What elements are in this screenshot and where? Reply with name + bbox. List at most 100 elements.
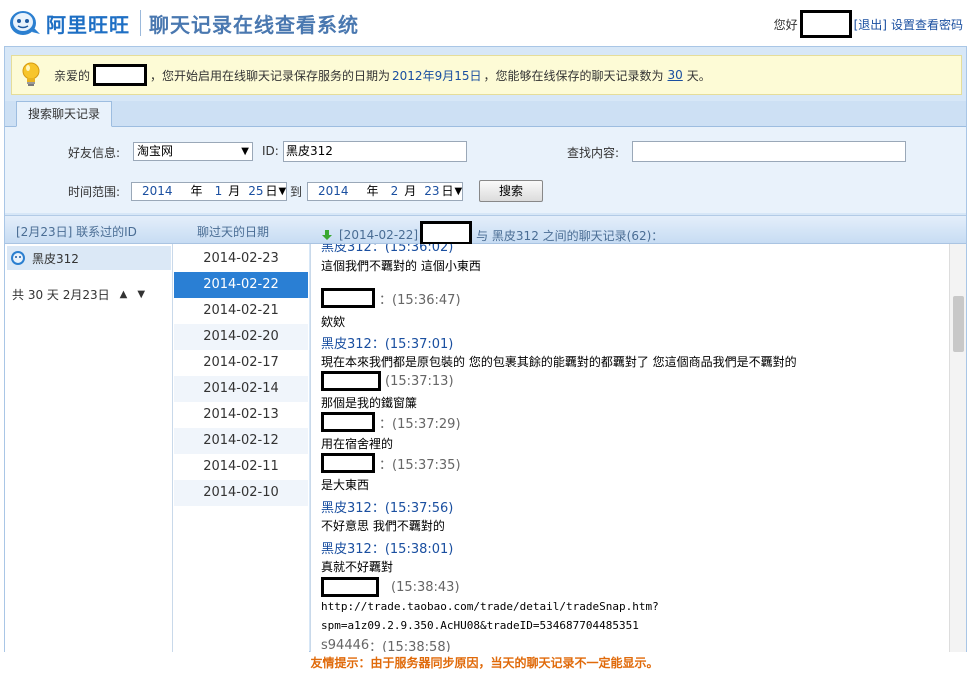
dropdown-arrow-icon: ▼: [278, 186, 287, 197]
message-body: 用在宿舍裡的: [321, 437, 394, 451]
tab-search-chat[interactable]: 搜索聊天记录: [16, 101, 113, 127]
date-item[interactable]: 2014-02-20: [174, 324, 308, 350]
message-time: ：(15:37:01): [371, 337, 454, 352]
date-item-selected[interactable]: 2014-02-22: [174, 272, 308, 298]
sender-name: 黑皮312: [321, 501, 372, 516]
notice-start-date: 2012年9月15日: [392, 68, 482, 83]
notice-days-link[interactable]: 30: [668, 68, 683, 82]
page-down-icon[interactable]: ▼: [137, 289, 145, 300]
message-time: (15:37:13): [385, 373, 454, 389]
date-item[interactable]: 2014-02-13: [174, 402, 308, 428]
search-form: 好友信息: 淘宝网 ▼ ID: 黑皮312 查找内容: 时间范围: 2014 年…: [5, 127, 966, 213]
message-header: 黑皮312 ：(15:37:01): [321, 333, 453, 352]
chat-header-title: 与 黑皮312 之间的聊天记录(62)：: [476, 228, 664, 243]
set-password-link[interactable]: 设置查看密码: [891, 16, 963, 33]
message-header: ：(15:37:35): [321, 453, 461, 473]
start-date-picker[interactable]: 2014 年 1 月 25 日 ▼: [131, 182, 287, 201]
message-header: 黑皮312 ：(15:36:02): [321, 244, 453, 255]
notice-text-part: ，您能够在线保存的聊天记录数为: [483, 68, 664, 83]
notice-suffix: 天。: [686, 68, 711, 83]
message-header: ：(15:37:29): [321, 412, 461, 432]
pager-text: 共 30 天 2月23日: [12, 288, 110, 302]
month-unit: 月: [228, 184, 241, 198]
message-header: (15:37:13): [321, 371, 454, 391]
search-content-input[interactable]: [632, 141, 906, 162]
message-time: ：(15:37:35): [379, 457, 461, 473]
redacted-username: [321, 371, 381, 391]
friend-source-value: 淘宝网: [137, 144, 174, 158]
month-unit: 月: [404, 184, 417, 198]
friend-source-select[interactable]: 淘宝网 ▼: [133, 142, 253, 161]
message-link[interactable]: spm=a1z09.2.9.350.AcHU08&tradeID=5346877…: [321, 619, 639, 632]
date-item[interactable]: 2014-02-17: [174, 350, 308, 376]
year-unit: 年: [190, 184, 203, 198]
message-header: (15:38:43): [321, 577, 460, 597]
notice-text-part: ，您开始启用在线聊天记录保存服务的日期为: [150, 68, 391, 83]
logo: 阿里旺旺 聊天记录在线查看系统: [8, 6, 359, 40]
message-header: 黑皮312 ：(15:38:01): [321, 538, 453, 557]
user-bar: 您好 [退出] 设置查看密码: [774, 10, 963, 38]
page-title: 聊天记录在线查看系统: [149, 12, 359, 37]
redacted-username: [321, 288, 375, 308]
message-body: 這個我們不覊對的 這個小東西: [321, 259, 481, 273]
redacted-username: [799, 10, 852, 38]
redacted-username: [321, 453, 375, 473]
message-header: ：(15:36:47): [321, 288, 461, 308]
scrollbar-thumb[interactable]: [953, 296, 964, 352]
chat-scrollbar[interactable]: [949, 244, 966, 652]
message-time: ：(15:38:01): [371, 542, 454, 557]
day-pager: 共 30 天 2月23日 ▲ ▼: [12, 286, 145, 303]
message-time: ：(15:37:56): [371, 501, 454, 516]
contacts-panel: 黑皮312 共 30 天 2月23日 ▲ ▼: [5, 244, 173, 652]
day-unit: 日: [265, 184, 278, 198]
start-month: 1: [214, 184, 223, 198]
dates-panel: 2014-02-23 2014-02-22 2014-02-21 2014-02…: [173, 244, 309, 652]
logout-link[interactable]: [退出]: [854, 16, 887, 33]
date-item[interactable]: 2014-02-10: [174, 480, 308, 506]
sender-name: 黑皮312: [321, 542, 372, 557]
lightbulb-icon: [22, 62, 40, 86]
chat-log-panel: 黑皮312 ：(15:36:02) 這個我們不覊對的 這個小東西 ：(15:36…: [310, 244, 966, 652]
message-time: ：(15:36:02): [371, 244, 454, 255]
message-time: ：(15:37:29): [379, 416, 461, 432]
time-range-label: 时间范围:: [68, 185, 121, 199]
contact-item[interactable]: 黑皮312: [7, 246, 171, 270]
date-item[interactable]: 2014-02-21: [174, 298, 308, 324]
notice-prefix: 亲爱的: [54, 68, 91, 83]
date-item[interactable]: 2014-02-11: [174, 454, 308, 480]
date-item[interactable]: 2014-02-12: [174, 428, 308, 454]
dropdown-arrow-icon: ▼: [454, 186, 463, 197]
wangwang-avatar-icon: [11, 251, 25, 265]
contacts-header: [2月23日] 联系过的ID: [16, 225, 137, 239]
message-time: (15:38:43): [391, 579, 460, 595]
message-body: 是大東西: [321, 478, 370, 492]
search-button[interactable]: 搜索: [479, 180, 543, 202]
redacted-username: [93, 64, 148, 86]
message-header: 黑皮312 ：(15:37:56): [321, 497, 453, 516]
column-header-bar: [2月23日] 联系过的ID 聊过天的日期 [2014-02-22] 与 黑皮3…: [5, 215, 966, 245]
search-content-label: 查找内容:: [567, 146, 620, 160]
main-container: 亲爱的 ，您开始启用在线聊天记录保存服务的日期为 2012年9月15日 ，您能够…: [4, 46, 967, 652]
end-month: 2: [390, 184, 399, 198]
sender-name: 黑皮312: [321, 337, 372, 352]
dropdown-arrow-icon: ▼: [241, 146, 249, 157]
end-date-picker[interactable]: 2014 年 2 月 23 日 ▼: [307, 182, 463, 201]
message-body: 真就不好覊對: [321, 560, 394, 574]
app-header: 阿里旺旺 聊天记录在线查看系统 您好 [退出] 设置查看密码: [0, 0, 969, 46]
page-up-icon[interactable]: ▲: [120, 289, 128, 300]
id-label: ID:: [262, 144, 279, 158]
id-input[interactable]: 黑皮312: [283, 141, 467, 162]
sender-name: s94446: [321, 638, 370, 652]
footer-tip: 友情提示：由于服务器同步原因，当天的聊天记录不一定能显示。: [310, 656, 659, 670]
redacted-username: [321, 412, 375, 432]
date-item[interactable]: 2014-02-23: [174, 246, 308, 272]
notice-text: 亲爱的 ，您开始启用在线聊天记录保存服务的日期为 2012年9月15日 ，您能够…: [54, 64, 711, 86]
message-body: 不好意思 我們不覊對的: [321, 519, 445, 533]
message-link[interactable]: http://trade.taobao.com/trade/detail/tra…: [321, 600, 659, 613]
dates-header: 聊过天的日期: [197, 225, 270, 239]
end-day: 23: [424, 184, 440, 198]
service-notice: 亲爱的 ，您开始启用在线聊天记录保存服务的日期为 2012年9月15日 ，您能够…: [11, 55, 962, 95]
date-item[interactable]: 2014-02-14: [174, 376, 308, 402]
day-unit: 日: [441, 184, 454, 198]
tab-bar: 搜索聊天记录: [5, 101, 966, 127]
